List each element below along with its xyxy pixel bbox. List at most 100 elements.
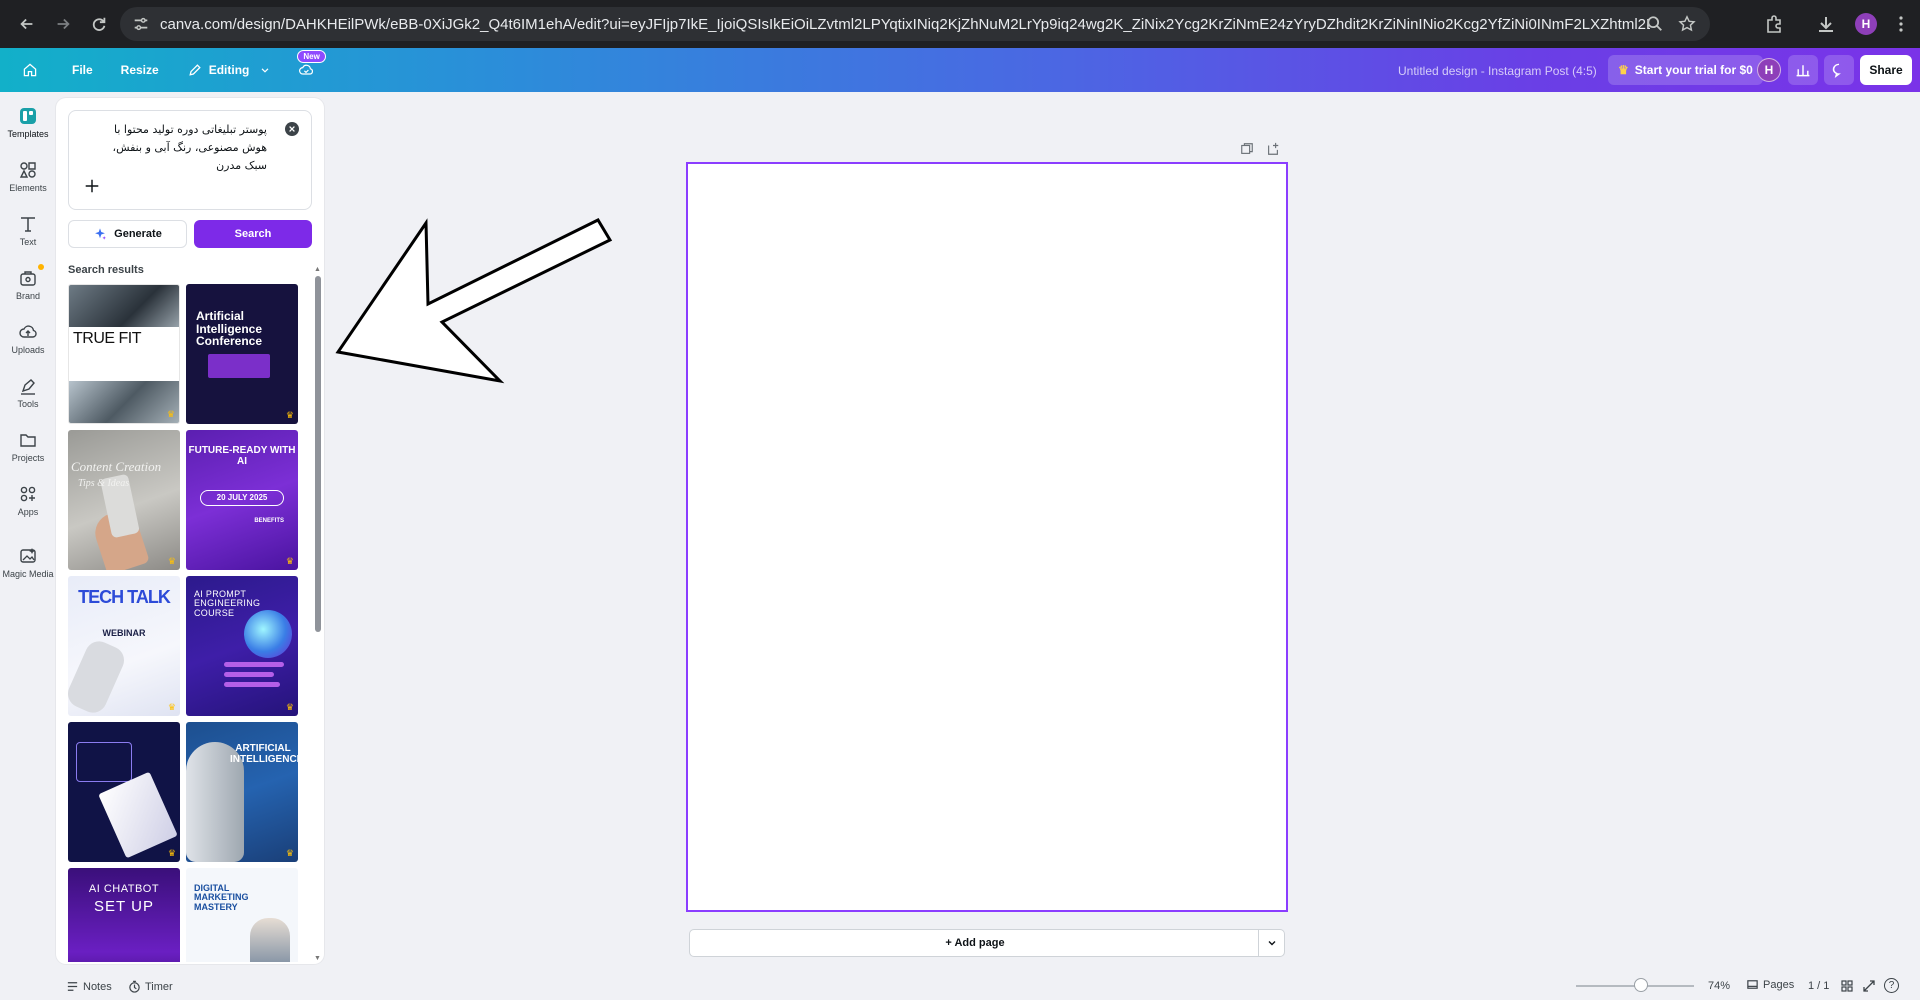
cloud-check-icon: [299, 64, 314, 75]
user-avatar[interactable]: H: [1757, 58, 1781, 82]
clear-prompt-button[interactable]: [285, 122, 299, 136]
sparkle-icon: [95, 228, 107, 240]
downloads-button[interactable]: [1806, 4, 1846, 44]
rail-item-brand[interactable]: Brand: [0, 264, 56, 301]
thumbnail-subtitle: Tips & Ideas: [78, 478, 130, 489]
rail-label: Templates: [7, 129, 49, 139]
template-thumbnail[interactable]: Artificial Intelligence Conference ♛: [186, 284, 298, 424]
reload-button[interactable]: [86, 11, 112, 37]
generate-button[interactable]: Generate: [68, 220, 187, 248]
back-button[interactable]: [14, 11, 40, 37]
rail-label: Brand: [15, 291, 41, 301]
address-bar[interactable]: canva.com/design/DAHKHEilPWk/eBB-0XiJGk2…: [120, 7, 1710, 41]
rail-label: Tools: [17, 399, 39, 409]
add-page-dropdown-button[interactable]: [1258, 930, 1284, 956]
timer-button[interactable]: Timer: [128, 980, 173, 993]
template-thumbnail[interactable]: AI PROMPT ENGINEERING COURSE ♛: [186, 576, 298, 716]
comment-icon: [1832, 63, 1841, 78]
kebab-menu-icon: [1899, 16, 1903, 32]
design-canvas-page[interactable]: [686, 162, 1288, 912]
rail-item-projects[interactable]: Projects: [0, 430, 56, 463]
rail-item-tools[interactable]: Tools: [0, 376, 56, 409]
template-thumbnail[interactable]: AI CHATBOT SET UP: [68, 868, 180, 962]
panel-scrollbar[interactable]: ▲ ▼: [314, 266, 322, 962]
template-thumbnail[interactable]: ♛: [68, 722, 180, 862]
rail-item-templates[interactable]: Templates: [0, 106, 56, 139]
notes-button[interactable]: Notes: [66, 980, 112, 993]
puzzle-icon: [1767, 15, 1781, 33]
zoom-slider-handle[interactable]: [1634, 978, 1648, 992]
close-icon: [289, 126, 295, 132]
rail-item-text[interactable]: Text: [0, 214, 56, 247]
cloud-sync-button[interactable]: New: [289, 50, 326, 86]
help-button[interactable]: ?: [1884, 978, 1899, 993]
template-thumbnail[interactable]: TRUE FIT ♛: [68, 284, 180, 424]
pages-button[interactable]: Pages: [1746, 978, 1794, 991]
prompt-input[interactable]: پوستر تبلیغاتی دوره تولید محتوا با هوش م…: [68, 110, 312, 210]
home-button[interactable]: [14, 54, 46, 86]
search-button[interactable]: Search: [194, 220, 312, 248]
rail-item-apps[interactable]: Apps: [0, 484, 56, 517]
template-thumbnail[interactable]: TECH TALK WEBINAR ♛: [68, 576, 180, 716]
url-text[interactable]: canva.com/design/DAHKHEilPWk/eBB-0XiJGk2…: [160, 16, 1650, 33]
premium-crown-icon: ♛: [285, 556, 294, 566]
thumbnail-graphic: [224, 682, 280, 687]
add-page-button[interactable]: + Add page: [690, 937, 1260, 949]
prompt-text[interactable]: پوستر تبلیغاتی دوره تولید محتوا با هوش م…: [97, 121, 267, 175]
zoom-level[interactable]: 74%: [1708, 980, 1730, 992]
rail-item-magic-media[interactable]: Magic Media: [0, 546, 56, 579]
add-attachment-icon[interactable]: [83, 177, 101, 195]
design-title[interactable]: Untitled design - Instagram Post (4:5): [1398, 64, 1597, 78]
thumbnail-subtitle: WEBINAR: [102, 628, 146, 638]
scrollbar-thumb[interactable]: [315, 276, 321, 632]
site-settings-icon[interactable]: [132, 15, 150, 33]
thumbnail-date: 20 JULY 2025: [200, 490, 284, 506]
fullscreen-icon[interactable]: [1862, 979, 1876, 993]
bookmark-star-icon[interactable]: [1678, 15, 1696, 33]
extensions-button[interactable]: [1754, 4, 1794, 44]
arrow-left-icon: [20, 18, 33, 30]
thumbnail-graphic: [224, 662, 284, 667]
comments-button[interactable]: [1824, 55, 1854, 85]
new-badge: New: [297, 50, 326, 63]
editing-mode-button[interactable]: Editing: [177, 54, 282, 86]
rail-item-elements[interactable]: Elements: [0, 160, 56, 193]
profile-button[interactable]: H: [1846, 4, 1886, 44]
start-trial-button[interactable]: ♛ Start your trial for $0: [1608, 55, 1763, 85]
crown-icon: ♛: [1618, 63, 1629, 77]
thumbnail-title: Content Creation: [71, 459, 162, 474]
share-button[interactable]: Share: [1860, 55, 1912, 85]
template-thumbnail[interactable]: DIGITAL MARKETING MASTERY: [186, 868, 298, 962]
add-page-icon[interactable]: [1266, 142, 1280, 156]
rail-label: Apps: [17, 507, 39, 517]
duplicate-page-icon[interactable]: [1240, 142, 1254, 156]
browser-menu-button[interactable]: [1886, 4, 1916, 44]
annotation-arrow-icon: [335, 218, 613, 384]
scroll-down-arrow-icon[interactable]: ▼: [314, 955, 321, 962]
insights-button[interactable]: [1788, 55, 1818, 85]
file-menu-button[interactable]: File: [62, 54, 103, 86]
upload-cloud-icon: [19, 325, 37, 338]
grid-view-icon[interactable]: [1840, 979, 1854, 993]
zoom-icon[interactable]: [1646, 15, 1664, 33]
page-toolbar: [1240, 142, 1280, 156]
thumbnail-title: AI CHATBOT: [88, 883, 160, 895]
premium-crown-icon: ♛: [285, 702, 294, 712]
folder-icon: [20, 434, 36, 447]
rail-label: Uploads: [11, 345, 45, 355]
rail-item-uploads[interactable]: Uploads: [0, 322, 56, 355]
rail-label: Elements: [9, 183, 47, 193]
home-icon: [23, 63, 37, 77]
thumbnail-photo: [69, 285, 179, 327]
template-thumbnail[interactable]: FUTURE-READY WITH AI 20 JULY 2025 BENEFI…: [186, 430, 298, 570]
scroll-up-arrow-icon[interactable]: ▲: [314, 266, 321, 273]
resize-button[interactable]: Resize: [111, 54, 169, 86]
editor-header: File Resize Editing New Untitled design …: [0, 48, 1920, 92]
forward-button[interactable]: [50, 11, 76, 37]
chevron-down-icon: [261, 68, 269, 73]
templates-icon: [20, 108, 36, 124]
page-count: 1 / 1: [1808, 980, 1830, 992]
template-thumbnail[interactable]: Content Creation Tips & Ideas ♛: [68, 430, 180, 570]
template-thumbnail[interactable]: ARTIFICIAL INTELLIGENCE ♛: [186, 722, 298, 862]
premium-crown-icon: ♛: [285, 848, 294, 858]
